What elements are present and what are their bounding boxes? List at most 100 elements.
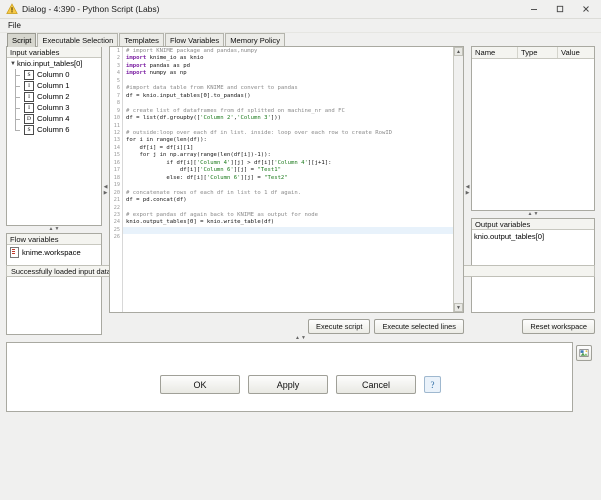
tab-templates[interactable]: Templates [119,33,164,47]
chevron-down-icon[interactable]: ▼ [55,227,60,232]
chevron-down-icon[interactable]: ▼ [534,212,539,217]
minimize-button[interactable] [521,0,547,18]
type-badge-int: I [24,80,34,91]
workspace-table-body [472,59,594,210]
tree-line [15,124,24,135]
line-number: 3 [116,62,120,69]
tree-line [15,80,24,91]
line-number: 24 [113,219,120,226]
tab-memory-policy[interactable]: Memory Policy [225,33,285,47]
line-number: 18 [113,174,120,181]
help-icon[interactable]: ? [424,376,441,393]
editor-code-text: # import KNIME package and pandas,numpy … [126,48,393,226]
editor-scrollbar[interactable]: ▲ ▼ [453,47,463,312]
tree-line [15,91,24,102]
editor-line-numbers: 1 2 3 4 5 6 7 8 9 10 11 12 13 14 15 16 17 18 19 20 21 22 23 24 2… [110,47,123,312]
tree-line [15,113,24,124]
line-number: 7 [116,92,120,99]
line-number: 17 [113,167,120,174]
close-button[interactable] [573,0,599,18]
workspace-table[interactable]: Name Type Value [472,47,594,210]
tab-script[interactable]: Script [7,33,37,47]
line-number: 13 [113,137,120,144]
maximize-button[interactable] [547,0,573,18]
tree-item-label: Column 1 [37,81,70,90]
tree-item-column-2[interactable]: I Column 2 [7,91,101,102]
input-variables-header: Input variables [7,47,101,58]
line-number: 21 [113,197,120,204]
cancel-button[interactable]: Cancel [336,375,416,394]
tab-flow-variables[interactable]: Flow Variables [164,33,225,47]
chevron-up-icon[interactable]: ▲ [49,227,54,232]
type-badge-double: D [24,113,34,124]
window-title: Dialog - 4:390 - Python Script (Labs) [22,4,160,14]
workspace-table-panel: Name Type Value [471,46,595,211]
script-editor[interactable]: 1 2 3 4 5 6 7 8 9 10 11 12 13 14 15 16 17 18 19 20 21 22 23 24 2… [109,46,464,313]
line-number: 12 [113,129,120,136]
line-number: 19 [113,182,120,189]
type-badge-string: S [24,69,34,80]
chevron-right-icon[interactable]: ▶ [466,191,470,196]
line-number: 11 [113,122,120,129]
menu-bar: File [0,19,601,33]
line-number: 4 [116,70,120,77]
apply-button[interactable]: Apply [248,375,328,394]
current-line-highlight [123,226,453,235]
tree-item-column-4[interactable]: D Column 4 [7,113,101,124]
line-number: 5 [116,77,120,84]
editor-code-area[interactable]: # import KNIME package and pandas,numpy … [123,47,453,312]
tree-item-column-0[interactable]: S Column 0 [7,69,101,80]
flow-variables-header: Flow variables [7,234,101,245]
chevron-up-icon[interactable]: ▲ [528,212,533,217]
scrollbar-thumb[interactable] [455,56,462,303]
tree-item-label: Column 3 [37,103,70,112]
tree-item-column-1[interactable]: I Column 1 [7,80,101,91]
line-number: 16 [113,159,120,166]
output-variables-header: Output variables [472,219,594,230]
tree-item-label: Column 0 [37,70,70,79]
tab-executable-selection[interactable]: Executable Selection [37,33,119,47]
tree-item-column-3[interactable]: I Column 3 [7,102,101,113]
input-variables-tree[interactable]: ▼ knio.input_tables[0] S Column 0 I Colu… [7,58,101,225]
tree-line [15,69,24,80]
column-header-type[interactable]: Type [518,47,558,58]
scroll-up-icon[interactable]: ▲ [454,47,463,56]
tree-root-label: knio.input_tables[0] [17,59,83,68]
column-header-value[interactable]: Value [558,47,594,58]
output-variable-item[interactable]: knio.output_tables[0] [474,232,594,241]
tree-item-label: Column 6 [37,125,70,134]
line-number: 9 [116,107,120,114]
right-panel-splitter[interactable]: ▲ ▼ [471,211,595,218]
window-controls [521,0,599,18]
center-column: 1 2 3 4 5 6 7 8 9 10 11 12 13 14 15 16 17 18 19 20 21 22 23 24 2… [109,46,464,335]
scroll-down-icon[interactable]: ▼ [454,303,463,312]
line-number: 8 [116,100,120,107]
tree-root-input-tables[interactable]: ▼ knio.input_tables[0] [7,58,101,69]
title-bar: Dialog - 4:390 - Python Script (Labs) [0,0,601,19]
left-panel-splitter[interactable]: ▲ ▼ [6,226,102,233]
chevron-down-icon[interactable]: ▼ [9,60,17,68]
line-number: 1 [116,48,120,54]
column-header-name[interactable]: Name [472,47,518,58]
line-number: 15 [113,152,120,159]
line-number: 23 [113,211,120,218]
type-badge-int: I [24,91,34,102]
flow-variable-item[interactable]: knime.workspace [7,245,101,258]
ok-button[interactable]: OK [160,375,240,394]
tree-item-label: Column 4 [37,114,70,123]
tree-item-column-6[interactable]: S Column 6 [7,124,101,135]
line-number: 20 [113,189,120,196]
line-number: 10 [113,115,120,122]
warning-triangle-icon [6,3,18,15]
menu-item-file[interactable]: File [5,20,24,31]
workspace-table-header: Name Type Value [472,47,594,59]
line-number: 26 [113,234,120,241]
line-number: 25 [113,226,120,233]
chevron-right-icon[interactable]: ▶ [104,191,108,196]
variable-icon [10,247,19,258]
line-number: 6 [116,85,120,92]
tree-item-label: Column 2 [37,92,70,101]
flow-variable-label: knime.workspace [22,248,81,257]
tree-line [15,102,24,113]
tab-strip: Script Executable Selection Templates Fl… [0,33,601,47]
